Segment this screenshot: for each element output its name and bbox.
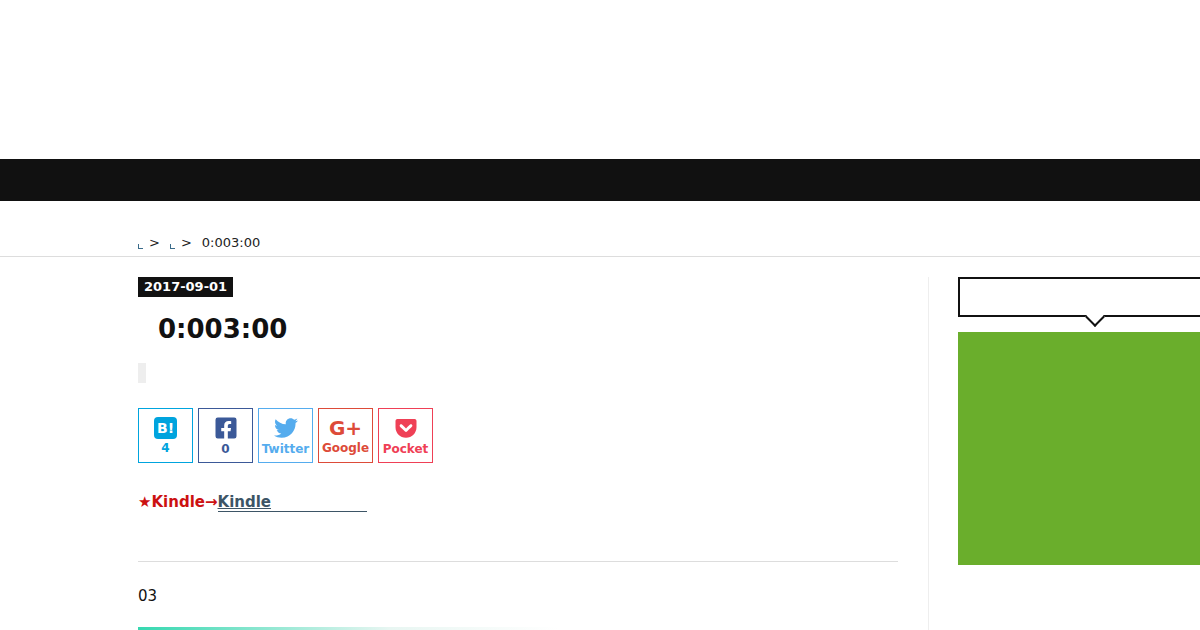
twitter-icon: [274, 416, 298, 440]
post-date: 2017-09-01: [138, 277, 233, 297]
facebook-icon: [214, 416, 238, 440]
pocket-share-button[interactable]: Pocket: [378, 408, 433, 463]
category-mark: [138, 363, 146, 383]
breadcrumb-current: 0:003:00: [202, 235, 260, 250]
breadcrumb-separator: >: [149, 235, 160, 250]
hatena-share-button[interactable]: B!4: [138, 408, 193, 463]
google-plus-icon: G+: [329, 417, 362, 439]
hatena-icon: B!: [154, 417, 177, 439]
nav-bar: [0, 159, 1200, 201]
breadcrumb: > >0:003:00: [0, 201, 1200, 257]
article-image: [138, 627, 558, 630]
pocket-icon: [394, 416, 418, 440]
kindle-link[interactable]: Kindle: [218, 493, 368, 512]
google-share-button[interactable]: G+Google: [318, 408, 373, 463]
body-text: 03: [138, 587, 157, 605]
twitter-share-button[interactable]: Twitter: [258, 408, 313, 463]
breadcrumb-link-icon[interactable]: [170, 244, 175, 249]
widget-heading: [958, 277, 1200, 317]
heading-notch: [1085, 307, 1105, 327]
divider: [138, 561, 898, 562]
site-header: [0, 0, 1200, 159]
article: 2017-09-01 0:003:00 B!40TwitterG+GooglePoc…: [138, 277, 898, 630]
kindle-line: ★Kindle→Kindle: [138, 493, 367, 511]
breadcrumb-link-icon[interactable]: [138, 244, 143, 249]
sidebar: [928, 277, 1200, 630]
share-buttons: B!40TwitterG+GooglePocket: [138, 408, 433, 463]
breadcrumb-separator: >: [181, 235, 192, 250]
ad-banner[interactable]: [958, 332, 1200, 565]
post-title: 0:003:00: [138, 309, 287, 349]
facebook-share-button[interactable]: 0: [198, 408, 253, 463]
